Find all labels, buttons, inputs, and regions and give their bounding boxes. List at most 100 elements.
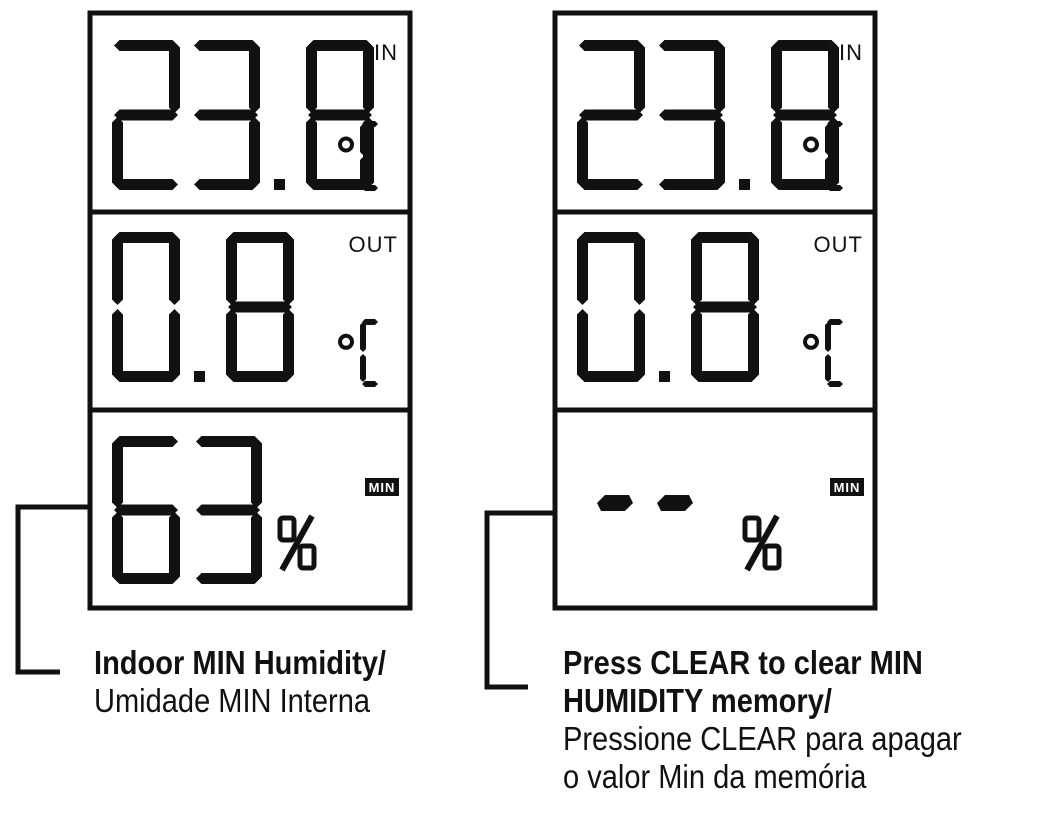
caption-right-title-line2: HUMIDITY memory/ <box>563 682 832 719</box>
segment-a <box>308 40 372 51</box>
lcd-panel-2: IN OUT MIN <box>552 10 878 611</box>
caption-right-subtitle-line2: o valor Min da memória <box>563 758 867 795</box>
segment-b <box>251 438 262 508</box>
segment-b <box>283 234 294 305</box>
digit <box>112 436 180 584</box>
segment-e <box>771 117 782 188</box>
segment-c <box>283 309 294 380</box>
digit <box>196 436 262 584</box>
dash-segment <box>597 495 633 511</box>
segment-b <box>363 42 374 113</box>
segment-c <box>169 512 180 582</box>
segment-c <box>634 309 645 380</box>
segment-a <box>194 40 258 51</box>
segment-e <box>112 512 123 582</box>
humidity-value <box>112 436 262 584</box>
segment-c <box>748 309 759 380</box>
segment-a <box>228 232 292 243</box>
segment-e <box>226 309 237 380</box>
indoor-temperature-value <box>112 40 374 190</box>
segment-b <box>634 234 645 305</box>
dash-segment <box>657 495 693 511</box>
digit <box>226 232 294 382</box>
segment-g <box>579 109 643 121</box>
min-badge: MIN <box>830 478 864 496</box>
segment-d <box>194 179 258 190</box>
segment-f <box>226 234 237 305</box>
caption-right-subtitle-line1: Pressione CLEAR para apagar <box>563 720 962 757</box>
segment-a <box>773 40 837 51</box>
decimal-point <box>274 179 285 190</box>
segment-g <box>773 109 837 121</box>
segment-e <box>577 309 588 380</box>
segment-d <box>114 573 178 584</box>
segment-a <box>579 40 643 51</box>
segment-d <box>228 371 292 382</box>
svg-text:MIN: MIN <box>834 480 861 495</box>
segment-a <box>693 232 757 243</box>
segment-b <box>748 234 759 305</box>
segment-b <box>169 234 180 305</box>
segment-c <box>169 309 180 380</box>
segment-g <box>308 109 372 121</box>
outdoor-unit <box>338 319 378 387</box>
digit <box>194 40 260 190</box>
segment-b <box>634 42 645 113</box>
caption-left: Indoor MIN Humidity/ Umidade MIN Interna <box>94 644 386 720</box>
segment-g <box>196 504 260 516</box>
outdoor-temperature-value <box>112 232 294 382</box>
segment-b <box>714 42 725 113</box>
caption-right: Press CLEAR to clear MIN HUMIDITY memory… <box>563 644 962 796</box>
caption-left-title: Indoor MIN Humidity/ <box>94 644 386 681</box>
segment-d <box>693 371 757 382</box>
segment-g <box>114 109 178 121</box>
segment-d <box>196 573 260 584</box>
segment-g <box>693 301 757 313</box>
min-badge: MIN <box>365 478 399 496</box>
decimal-point <box>194 371 205 382</box>
segment-f <box>577 234 588 305</box>
segment-b <box>169 42 180 113</box>
segment-f <box>112 438 123 508</box>
humidity-percent-unit <box>277 514 317 572</box>
segment-d <box>579 179 643 190</box>
caption-right-title-line1: Press CLEAR to clear MIN <box>563 644 923 681</box>
outdoor-unit <box>803 319 843 387</box>
segment-d <box>114 371 178 382</box>
callout-line-left <box>15 504 90 675</box>
segment-f <box>771 42 782 113</box>
lcd-panel-1: IN OUT MIN <box>87 10 413 611</box>
segment-c <box>251 512 262 582</box>
indoor-label: IN <box>374 40 398 65</box>
segment-a <box>196 436 260 447</box>
segment-f <box>691 234 702 305</box>
segment-e <box>112 117 123 188</box>
caption-left-subtitle: Umidade MIN Interna <box>94 682 371 719</box>
digit <box>577 40 645 190</box>
segment-e <box>306 117 317 188</box>
digit <box>577 232 645 382</box>
segment-a <box>114 232 178 243</box>
segment-d <box>114 179 178 190</box>
segment-b <box>828 42 839 113</box>
segment-f <box>306 42 317 113</box>
segment-c <box>249 117 260 188</box>
segment-f <box>112 234 123 305</box>
outdoor-label: OUT <box>814 232 863 257</box>
humidity-cleared-dashes <box>597 495 693 511</box>
segment-g <box>194 109 258 121</box>
callout-line-right <box>484 510 555 690</box>
humidity-percent-unit <box>742 514 782 572</box>
digit <box>691 232 759 382</box>
indoor-temperature-value <box>577 40 839 190</box>
segment-e <box>691 309 702 380</box>
segment-e <box>577 117 588 188</box>
segment-a <box>579 232 643 243</box>
digit <box>112 232 180 382</box>
segment-d <box>579 371 643 382</box>
segment-a <box>114 40 178 51</box>
svg-text:MIN: MIN <box>369 480 396 495</box>
segment-c <box>714 117 725 188</box>
segment-g <box>659 109 723 121</box>
indoor-label: IN <box>839 40 863 65</box>
